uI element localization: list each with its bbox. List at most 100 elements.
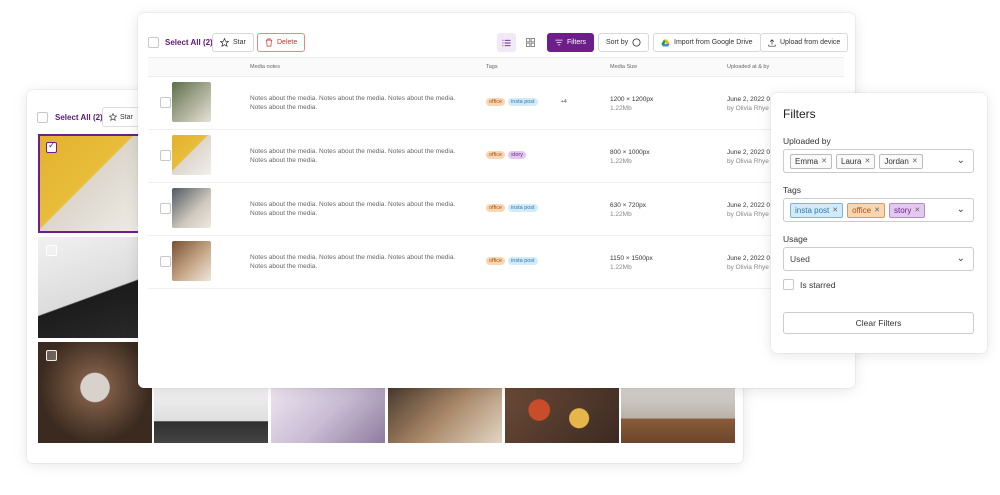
column-header-uploaded[interactable]: Uploaded at & by [727,64,769,70]
row-checkbox[interactable] [160,203,171,214]
media-size: 630 × 720px 1.22Mb [610,201,646,219]
uploader-chip[interactable]: Jordan ✕ [879,153,923,169]
uploaded-date: June 2, 2022 0 [727,149,771,156]
uploader-chip[interactable]: Laura ✕ [836,153,876,169]
media-dimensions: 1150 × 1500px [610,255,653,262]
row-checkbox[interactable] [160,97,171,108]
select-all-label[interactable]: Select All (2) [165,38,213,47]
uploaded-by: by Olivia Rhye [727,105,769,112]
delete-button-label: Delete [277,39,298,46]
column-header-tags[interactable]: Tags [486,64,498,70]
tag-badge[interactable]: office [486,257,506,265]
tag-badge[interactable]: office [486,204,506,212]
media-thumbnail[interactable] [172,241,211,281]
tag-badge[interactable]: insta post [508,257,538,265]
star-button[interactable]: Star [212,33,254,52]
star-icon [109,113,117,121]
table-row[interactable]: Notes about the media. Notes about the m… [148,183,844,236]
gallery-photo[interactable] [505,388,619,443]
row-checkbox[interactable] [160,150,171,161]
list-view-button[interactable] [497,33,516,52]
gallery-photo[interactable] [38,134,152,233]
close-icon[interactable]: ✕ [864,157,870,165]
column-header-size[interactable]: Media Size [610,64,637,70]
star-button-label: Star [233,39,246,46]
gallery-photo[interactable] [621,388,735,443]
import-google-drive-label: Import from Google Drive [674,39,753,46]
close-icon[interactable]: ✕ [914,206,920,214]
uploaded-date: June 2, 2022 0 [727,96,771,103]
table-row[interactable]: Notes about the media. Notes about the m… [148,236,844,289]
gallery-photo[interactable] [38,342,152,443]
photo-checkbox[interactable] [46,141,57,153]
upload-from-device-button[interactable]: Upload from device [760,33,849,52]
filters-panel: Filters Uploaded by Emma ✕ Laura ✕ Jordan ✕… [771,93,987,353]
tags-select[interactable]: insta post ✕ office ✕ story ✕ ⌄ [783,198,974,222]
filter-icon [555,39,563,46]
photo-checkbox[interactable] [46,245,57,256]
media-library-window: Select All (2) Star Delete Filters Sort … [138,13,855,388]
gallery-photo[interactable] [154,388,268,443]
media-filesize: 1.22Mb [610,158,632,165]
close-icon[interactable]: ✕ [912,157,918,165]
tag-chip[interactable]: office ✕ [847,202,885,218]
gallery-star-button[interactable]: Star [102,107,142,127]
close-icon[interactable]: ✕ [874,206,880,214]
photo-checkbox[interactable] [46,350,57,361]
gallery-photo[interactable] [271,388,385,443]
tag-badge[interactable]: office [486,151,506,159]
media-size: 1150 × 1500px 1.22Mb [610,254,653,272]
uploader-chip[interactable]: Emma ✕ [790,153,832,169]
tag-chip[interactable]: story ✕ [888,202,926,218]
uploaded-by-label: Uploaded by [783,136,831,146]
tag-badge[interactable]: insta post [508,204,538,212]
clear-filters-button[interactable]: Clear Filters [783,312,974,334]
uploaded-by: by Olivia Rhye [727,264,769,271]
select-all-checkbox[interactable] [148,37,159,48]
uploaded-info: June 2, 2022 0 by Olivia Rhye [727,254,770,272]
uploaded-info: June 2, 2022 0 by Olivia Rhye [727,148,770,166]
gallery-photo[interactable] [388,388,502,443]
sort-by-label: Sort by [606,39,629,46]
sort-by-button[interactable]: Sort by [598,33,650,52]
delete-button[interactable]: Delete [257,33,306,52]
tag-chip[interactable]: insta post ✕ [790,202,844,218]
media-thumbnail[interactable] [172,82,211,122]
media-thumbnail[interactable] [172,188,211,228]
tag-badge[interactable]: story [508,151,526,159]
uploaded-info: June 2, 2022 0 by Olivia Rhye [727,95,770,113]
filters-button[interactable]: Filters [547,33,595,52]
upload-from-device-label: Upload from device [780,39,841,46]
row-checkbox[interactable] [160,256,171,267]
is-starred-option[interactable]: Is starred [783,279,835,290]
import-google-drive-button[interactable]: Import from Google Drive [653,33,761,52]
table-row[interactable]: Notes about the media. Notes about the m… [148,130,844,183]
gallery-select-all-checkbox[interactable] [37,111,48,123]
is-starred-checkbox[interactable] [783,279,794,290]
uploader-chip-label: Jordan [884,156,909,166]
chevron-down-icon[interactable]: ⌄ [957,155,965,166]
table-row[interactable]: Notes about the media. Notes about the m… [148,77,844,130]
uploaded-by-select[interactable]: Emma ✕ Laura ✕ Jordan ✕ ⌄ [783,149,974,173]
gallery-select-all-label[interactable]: Select All (2) [55,113,103,122]
uploaded-by: by Olivia Rhye [727,158,769,165]
more-tags-count[interactable]: +4 [561,99,567,105]
chevron-down-icon[interactable]: ⌄ [957,204,965,215]
media-tags: office insta post +4 [486,98,567,106]
usage-select[interactable]: Used ⌄ [783,247,974,271]
column-header-notes[interactable]: Media notes [250,64,280,70]
close-icon[interactable]: ✕ [832,206,838,214]
tag-badge[interactable]: insta post [508,98,538,106]
gallery-photo[interactable] [38,237,152,338]
media-tags: office insta post [486,257,538,265]
close-icon[interactable]: ✕ [821,157,827,165]
uploader-chip-label: Laura [841,156,862,166]
media-notes: Notes about the media. Notes about the m… [250,148,456,164]
media-filesize: 1.22Mb [610,105,632,112]
media-thumbnail[interactable] [172,135,211,175]
grid-view-button[interactable] [521,33,540,52]
chevron-down-icon[interactable]: ⌄ [957,253,965,264]
tag-badge[interactable]: office [486,98,506,106]
media-filesize: 1.22Mb [610,264,632,271]
uploaded-by: by Olivia Rhye [727,211,769,218]
